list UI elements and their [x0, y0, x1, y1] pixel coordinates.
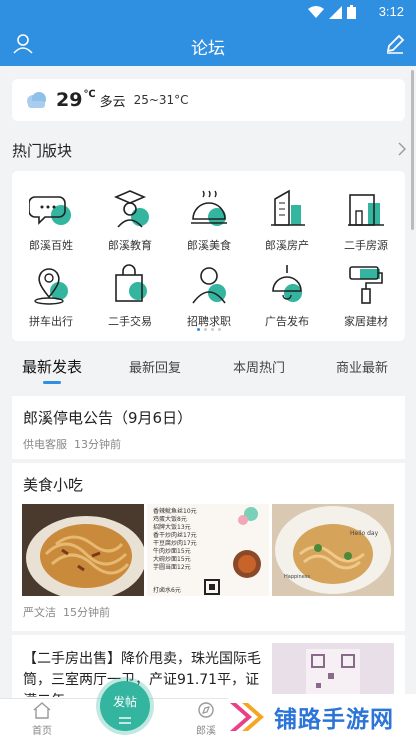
scrollbar[interactable] [411, 70, 414, 230]
post-meta: 严文洁 15分钟前 [23, 606, 110, 619]
menu-text: 香辣鱿鱼丝10元 鸡蛋大饭8元 招牌大饭13元 香干炒肉丝17元 干豆腐炒肉17… [153, 508, 197, 571]
weather-temp: 29℃ [56, 89, 96, 111]
wifi-icon [308, 5, 324, 18]
page-title: 论坛 [191, 39, 225, 59]
post-title: 郎溪停电公告（9月6日） [23, 409, 193, 427]
forum-grid: 郎溪百姓 郎溪教育 郎溪美食 郎溪房产 二手房源 拼车出行 二手交易 招聘求职 … [12, 171, 405, 341]
post-button-label: 发帖 [112, 695, 137, 709]
watermark: 铺路手游网 [228, 694, 416, 739]
plate-sub: Happiness [284, 574, 311, 580]
post-card[interactable]: 【二手房出售】降价甩卖，珠光国际毛筒，三室两厅一卫，产证91.71平，证满二年.… [12, 635, 405, 698]
forum-label: 郎溪教育 [108, 239, 152, 252]
food-image-menu[interactable]: 打卤水6元 香辣鱿鱼丝10元 鸡蛋大饭8元 招牌大饭13元 香干炒肉丝17元 干… [147, 504, 269, 596]
battery-icon [347, 5, 356, 19]
section-title: 热门版块 [12, 142, 73, 160]
weather-condition: 多云 [99, 94, 126, 110]
status-icons [308, 5, 356, 19]
tab-latest-replies[interactable]: 最新回复 [129, 357, 181, 376]
weather-range: 25~31°C [133, 93, 189, 107]
post-card[interactable]: 郎溪停电公告（9月6日） 供电客服 13分钟前 [12, 396, 405, 459]
page-indicator [12, 316, 405, 335]
forum-label: 郎溪房产 [265, 239, 309, 252]
status-time: 3:12 [378, 4, 404, 19]
cloudy-icon [27, 92, 46, 108]
tab-indicator [43, 381, 61, 384]
post-card[interactable]: 美食小吃 打卤水6元 香辣鱿鱼丝10元 鸡蛋大饭8元 招牌大饭13元 香干炒肉丝… [12, 463, 405, 631]
qr-image[interactable] [272, 643, 394, 698]
post-button[interactable]: 发帖 [100, 681, 150, 731]
nav-third[interactable]: 郎溪 [176, 701, 236, 737]
forum-item[interactable]: 郎溪美食 [170, 187, 248, 253]
status-bar: 3:12 [0, 0, 416, 24]
forum-item[interactable]: 郎溪教育 [91, 187, 169, 253]
forum-item[interactable]: 郎溪房产 [248, 187, 326, 253]
post-meta: 供电客服 13分钟前 [23, 438, 121, 451]
map-pin-icon [29, 263, 73, 307]
building-icon [265, 187, 309, 231]
nav-home[interactable]: 首页 [12, 701, 72, 737]
watermark-logo-icon [230, 702, 264, 731]
menu-lines-icon [119, 717, 131, 724]
app-bar: 论坛 [0, 24, 416, 66]
home-icon [33, 702, 51, 719]
forum-label: 郎溪百姓 [29, 239, 73, 252]
weather-card[interactable]: 29℃ 多云 25~31°C [12, 79, 405, 121]
post-title: 美食小吃 [23, 476, 84, 494]
tab-bar: 最新发表 最新回复 本周热门 商业最新 [0, 350, 416, 390]
signal-icon [329, 5, 342, 19]
food-image-plate[interactable]: Hello day Happiness [272, 504, 394, 596]
menu-line: 打卤水6元 [153, 586, 181, 594]
nav-home-label: 首页 [32, 726, 52, 737]
lamp-icon [265, 263, 309, 307]
cloche-icon [187, 187, 231, 231]
forum-item[interactable]: 郎溪百姓 [12, 187, 90, 253]
house-icon [344, 187, 388, 231]
forum-label: 二手房源 [344, 239, 388, 252]
tab-weekly-hot[interactable]: 本周热门 [233, 357, 285, 376]
hot-forums-header[interactable]: 热门版块 [12, 140, 406, 160]
chevron-right-icon[interactable] [398, 142, 406, 156]
chat-bubble-icon [28, 187, 73, 231]
forum-label: 郎溪美食 [187, 239, 231, 252]
nav-third-label: 郎溪 [196, 726, 216, 737]
edit-icon[interactable] [384, 33, 406, 59]
shopping-bag-icon [108, 263, 152, 307]
plate-label: Hello day [350, 530, 379, 537]
watermark-text: 铺路手游网 [274, 706, 394, 733]
tab-latest-posts[interactable]: 最新发表 [22, 356, 82, 377]
graduate-icon [108, 187, 152, 231]
person-icon [187, 263, 231, 307]
compass-icon [198, 702, 214, 718]
tab-business-latest[interactable]: 商业最新 [336, 357, 388, 376]
food-image-noodles[interactable] [22, 504, 144, 596]
paint-roller-icon [344, 263, 388, 307]
forum-item[interactable]: 二手房源 [327, 187, 405, 253]
